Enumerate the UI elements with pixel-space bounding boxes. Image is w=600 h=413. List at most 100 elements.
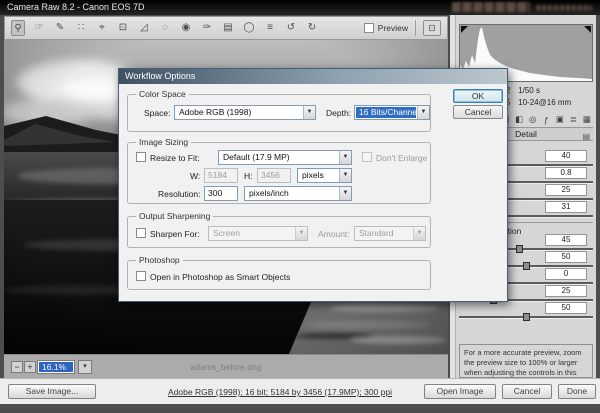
chevron-down-icon: ▼ bbox=[413, 227, 425, 240]
done-button[interactable]: Done bbox=[558, 384, 596, 399]
straighten-tool-icon[interactable]: ◿ bbox=[137, 20, 151, 36]
resize-to-fit-label: Resize to Fit: bbox=[150, 153, 200, 163]
output-sharpening-group: Output Sharpening Sharpen For: Screen ▼ … bbox=[127, 216, 431, 248]
radial-filter-tool-icon[interactable]: ◯ bbox=[242, 20, 256, 36]
dialog-ok-button[interactable]: OK bbox=[453, 89, 503, 103]
dialog-title: Workflow Options bbox=[125, 71, 195, 81]
workflow-options-dialog: Workflow Options Color Space Space: Adob… bbox=[118, 68, 508, 302]
detail-panel-title: Detail bbox=[515, 129, 537, 139]
tab-effects[interactable]: ƒ bbox=[540, 115, 552, 125]
amount-dropdown[interactable]: Standard ▼ bbox=[354, 226, 426, 241]
depth-label: Depth: bbox=[326, 108, 351, 118]
save-image-button[interactable]: Save Image... bbox=[8, 384, 96, 399]
chevron-down-icon: ▼ bbox=[303, 106, 315, 119]
smart-objects-label: Open in Photoshop as Smart Objects bbox=[150, 272, 290, 282]
space-label: Space: bbox=[144, 108, 170, 118]
lens-value: 10-24@16 mm bbox=[518, 97, 571, 109]
graduated-filter-tool-icon[interactable]: ▤ bbox=[221, 20, 235, 36]
nr-luminance-detail-value[interactable]: 50 bbox=[545, 251, 587, 263]
chevron-down-icon: ▼ bbox=[417, 106, 429, 119]
preview-checkbox[interactable] bbox=[364, 23, 374, 33]
sharpen-masking-value[interactable]: 31 bbox=[545, 201, 587, 213]
red-eye-tool-icon[interactable]: ◉ bbox=[179, 20, 193, 36]
dialog-cancel-button[interactable]: Cancel bbox=[453, 105, 503, 119]
sharpen-amount-value[interactable]: 40 bbox=[545, 150, 587, 162]
shadow-clipping-icon[interactable] bbox=[461, 26, 468, 33]
resolution-unit-dropdown[interactable]: pixels/inch ▼ bbox=[244, 186, 352, 201]
tab-snapshots[interactable]: ▦ bbox=[581, 114, 593, 125]
workflow-options-link[interactable]: Adobe RGB (1998); 16 bit; 5184 by 3456 (… bbox=[140, 387, 420, 397]
sharpen-detail-value[interactable]: 25 bbox=[545, 184, 587, 196]
size-unit-dropdown[interactable]: pixels ▼ bbox=[297, 168, 352, 183]
cancel-button[interactable]: Cancel bbox=[502, 384, 552, 399]
adjustment-brush-tool-icon[interactable]: ✑ bbox=[200, 20, 214, 36]
resize-preset-dropdown[interactable]: Default (17.9 MP) ▼ bbox=[218, 150, 352, 165]
smart-objects-checkbox[interactable] bbox=[136, 271, 146, 281]
chevron-down-icon: ▼ bbox=[339, 169, 351, 182]
nr-color-detail-slider[interactable] bbox=[459, 316, 593, 319]
nr-luminance-value[interactable]: 45 bbox=[545, 234, 587, 246]
resize-to-fit-checkbox[interactable] bbox=[136, 152, 146, 162]
tab-lens-corrections[interactable]: ◎ bbox=[527, 114, 539, 125]
window-titlebar: Camera Raw 8.2 - Canon EOS 7D bbox=[0, 0, 600, 15]
image-sizing-legend: Image Sizing bbox=[136, 137, 191, 147]
tab-split-toning[interactable]: ◧ bbox=[513, 114, 525, 125]
height-field[interactable]: 3456 bbox=[257, 168, 291, 183]
window-title: Camera Raw 8.2 - Canon EOS 7D bbox=[7, 2, 145, 12]
chevron-down-icon: ▼ bbox=[339, 151, 351, 164]
resolution-field[interactable]: 300 bbox=[204, 186, 238, 201]
panel-menu-icon[interactable]: ▤ bbox=[582, 130, 590, 143]
slider-thumb[interactable] bbox=[516, 245, 523, 253]
toolbar: ⚲ ☞ ✎ ∷ ⌖ ⊡ ◿ ◌ ◉ ✑ ▤ ◯ ≡ ↺ ↻ Preview ⊡ bbox=[4, 16, 448, 40]
preview-label: Preview bbox=[378, 23, 408, 33]
photoshop-legend: Photoshop bbox=[136, 255, 183, 265]
camera-raw-window: Camera Raw 8.2 - Canon EOS 7D ⚲ ☞ ✎ ∷ ⌖ … bbox=[0, 0, 600, 413]
sharpen-for-checkbox[interactable] bbox=[136, 228, 146, 238]
nr-color-value[interactable]: 25 bbox=[545, 285, 587, 297]
crop-tool-icon[interactable]: ⊡ bbox=[116, 20, 130, 36]
sharpen-radius-value[interactable]: 0.8 bbox=[545, 167, 587, 179]
bottom-bar: Save Image... Adobe RGB (1998); 16 bit; … bbox=[0, 378, 600, 404]
status-strip: − + 16.1% ▾ adams_before.dng bbox=[4, 354, 448, 378]
nr-luminance-contrast-value[interactable]: 0 bbox=[545, 268, 587, 280]
shutter-value: 1/50 s bbox=[518, 85, 571, 97]
dialog-titlebar[interactable]: Workflow Options bbox=[119, 69, 507, 84]
fullscreen-toggle-button[interactable]: ⊡ bbox=[423, 20, 441, 36]
hand-tool-icon[interactable]: ☞ bbox=[32, 20, 46, 36]
width-field[interactable]: 5184 bbox=[204, 168, 238, 183]
nr-color-detail-value[interactable]: 50 bbox=[545, 302, 587, 314]
open-image-button[interactable]: Open Image bbox=[424, 384, 496, 399]
dont-enlarge-label: Don't Enlarge bbox=[376, 153, 427, 163]
slider-thumb[interactable] bbox=[523, 313, 530, 321]
chevron-down-icon: ▼ bbox=[295, 227, 307, 240]
preview-note: For a more accurate preview, zoom the pr… bbox=[459, 344, 593, 378]
color-space-group: Color Space Space: Adobe RGB (1998) ▼ De… bbox=[127, 94, 431, 132]
file-name: adams_before.dng bbox=[4, 362, 448, 372]
space-dropdown[interactable]: Adobe RGB (1998) ▼ bbox=[174, 105, 316, 120]
tab-camera-calibration[interactable]: ▣ bbox=[554, 114, 566, 125]
preferences-icon[interactable]: ≡ bbox=[263, 20, 277, 36]
watermark bbox=[452, 2, 592, 13]
resolution-label: Resolution: bbox=[158, 189, 201, 199]
dont-enlarge-checkbox[interactable] bbox=[362, 152, 372, 162]
spot-removal-tool-icon[interactable]: ◌ bbox=[158, 20, 172, 36]
sharpen-for-dropdown[interactable]: Screen ▼ bbox=[208, 226, 308, 241]
output-sharpening-legend: Output Sharpening bbox=[136, 211, 213, 221]
rotate-left-icon[interactable]: ↺ bbox=[284, 20, 298, 36]
height-label: H: bbox=[244, 171, 253, 181]
tab-presets[interactable]: ≣ bbox=[567, 114, 579, 125]
slider-thumb[interactable] bbox=[523, 262, 530, 270]
highlight-clipping-icon[interactable] bbox=[584, 26, 591, 33]
targeted-adjustment-tool-icon[interactable]: ⌖ bbox=[95, 20, 109, 36]
zoom-tool-icon[interactable]: ⚲ bbox=[11, 20, 25, 36]
sharpen-for-label: Sharpen For: bbox=[150, 229, 200, 239]
width-label: W: bbox=[190, 171, 200, 181]
chevron-down-icon: ▼ bbox=[339, 187, 351, 200]
white-balance-tool-icon[interactable]: ✎ bbox=[53, 20, 67, 36]
image-sizing-group: Image Sizing Resize to Fit: Default (17.… bbox=[127, 142, 431, 204]
color-sampler-tool-icon[interactable]: ∷ bbox=[74, 20, 88, 36]
photoshop-group: Photoshop Open in Photoshop as Smart Obj… bbox=[127, 260, 431, 290]
amount-label: Amount: bbox=[318, 229, 350, 239]
rotate-right-icon[interactable]: ↻ bbox=[305, 20, 319, 36]
depth-dropdown[interactable]: 16 Bits/Channel ▼ bbox=[354, 105, 430, 120]
